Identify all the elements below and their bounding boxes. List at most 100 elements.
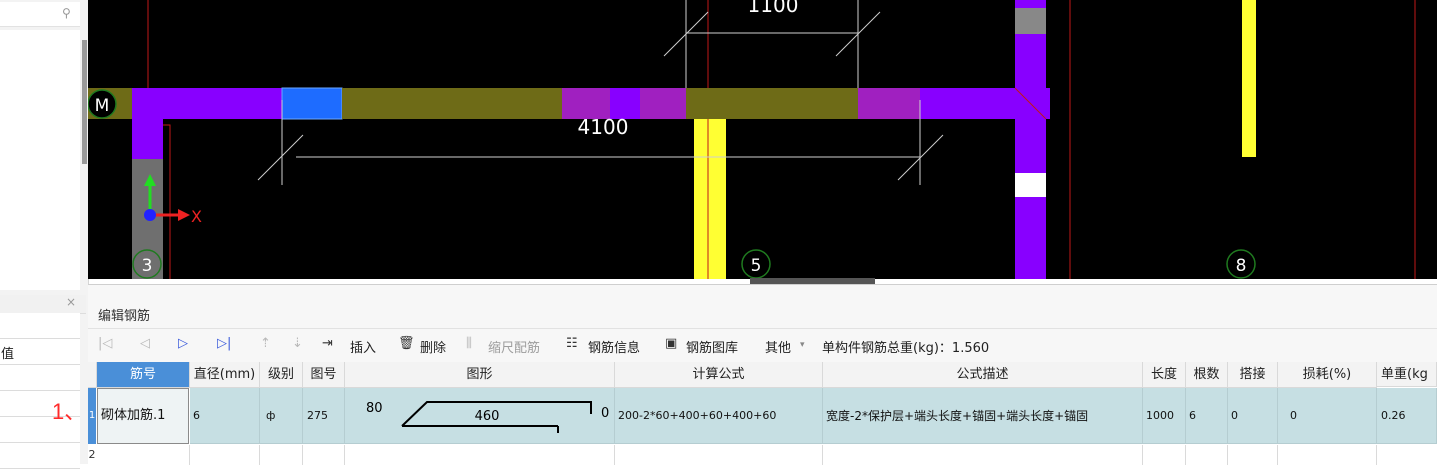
shape-number-cell[interactable]: 275 <box>303 388 345 444</box>
column-header[interactable]: 计算公式 <box>615 362 823 388</box>
column-header[interactable]: 级别 <box>260 362 303 388</box>
loss-cell[interactable]: 0 <box>1278 388 1377 444</box>
beam-segment <box>132 88 210 119</box>
column-segment <box>1015 8 1046 34</box>
formula-cell[interactable]: 200-2*60+400+60+400+60 <box>615 388 823 444</box>
column-header[interactable]: 图形 <box>345 362 615 388</box>
rebar-shape-drawing: 80 460 0 <box>366 401 609 433</box>
rebar-info-button[interactable]: 钢筋信息 <box>588 337 640 356</box>
chevron-down-icon[interactable]: ▾ <box>800 340 805 350</box>
row-header-corner <box>88 362 97 388</box>
drawing-canvas[interactable]: 4100 1100 M 3 5 8 X <box>88 0 1437 279</box>
table-cell[interactable] <box>190 445 260 465</box>
properties-header: × <box>0 295 86 314</box>
beam-segment <box>210 88 282 119</box>
column-header[interactable]: 筋号 <box>97 362 190 388</box>
property-row[interactable] <box>0 443 80 469</box>
column-header[interactable]: 长度 <box>1143 362 1186 388</box>
shape-dim-middle: 460 <box>475 409 500 424</box>
column-header[interactable]: 公式描述 <box>823 362 1143 388</box>
move-down-icon[interactable]: ⇣ <box>292 336 303 351</box>
rebar-edit-panel: 编辑钢筋 |◁ ◁ ▷ ▷| ⇡ ⇣ ⇥ 插入 🗑 删除 ⫼ 缩尺配筋 ☷ 钢筋… <box>88 284 1437 465</box>
column-header[interactable]: 损耗(%) <box>1278 362 1377 388</box>
table-cell[interactable] <box>97 445 190 465</box>
ucs-origin <box>144 209 156 221</box>
property-row[interactable] <box>0 365 80 391</box>
next-record-icon[interactable]: ▷ <box>178 336 188 351</box>
other-menu[interactable]: 其他 <box>765 337 791 356</box>
previous-record-icon[interactable]: ◁ <box>140 336 150 351</box>
length-cell[interactable]: 1000 <box>1143 388 1186 444</box>
first-record-icon[interactable]: |◁ <box>98 336 112 351</box>
dimension-text: 1100 <box>748 0 799 17</box>
formula-description-cell[interactable]: 宽度-2*保护层+端头长度+锚固+端头长度+锚固 <box>823 388 1143 444</box>
scrollbar[interactable] <box>82 40 87 164</box>
row-number[interactable]: 1 <box>88 388 96 444</box>
axis-label: M <box>95 96 110 116</box>
panel-title: 编辑钢筋 <box>98 309 151 324</box>
shape-dim-left: 80 <box>366 401 383 416</box>
search-input[interactable]: ⚲ <box>0 2 80 27</box>
column-segment <box>1015 173 1046 197</box>
property-row[interactable] <box>0 313 80 339</box>
column-header[interactable]: 单重(kg <box>1377 362 1437 387</box>
insert-button[interactable]: 插入 <box>350 337 376 356</box>
table-cell[interactable] <box>615 445 823 465</box>
unit-weight-cell[interactable]: 0.26 <box>1377 388 1437 444</box>
close-icon[interactable]: × <box>66 295 76 309</box>
column-yellow <box>694 119 726 279</box>
insert-icon: ⇥ <box>322 336 333 351</box>
column-segment <box>1015 0 1046 279</box>
table-cell[interactable] <box>1278 445 1377 465</box>
total-weight-label: 单构件钢筋总重(kg)：1.560 <box>822 341 990 356</box>
row-number[interactable]: 2 <box>88 445 96 465</box>
beam-segment <box>686 88 858 119</box>
component-list[interactable] <box>0 30 80 290</box>
property-row[interactable]: 值 <box>0 339 80 365</box>
scale-rebar-icon: ⫼ <box>466 336 472 351</box>
rebar-library-button[interactable]: 钢筋图库 <box>686 337 738 356</box>
shape-cell[interactable]: 80 460 0 <box>345 388 615 444</box>
grade-cell[interactable]: ф <box>260 388 303 444</box>
rebar-table: 筋号 直径(mm) 级别 图号 图形 计算公式 公式描述 长度 根数 搭接 损耗… <box>88 362 1437 465</box>
table-cell[interactable] <box>823 445 1143 465</box>
move-up-icon[interactable]: ⇡ <box>260 336 271 351</box>
column-header[interactable]: 根数 <box>1186 362 1228 388</box>
shape-dim-right: 0 <box>601 406 609 421</box>
column-yellow <box>1242 0 1256 157</box>
axis-label: 8 <box>1236 256 1247 276</box>
toolbar: |◁ ◁ ▷ ▷| ⇡ ⇣ ⇥ 插入 🗑 删除 ⫼ 缩尺配筋 ☷ 钢筋信息 ▣ … <box>88 328 1437 363</box>
lap-cell[interactable]: 0 <box>1228 388 1278 444</box>
table-cell[interactable] <box>1228 445 1278 465</box>
rebar-info-icon: ☷ <box>566 336 578 351</box>
axis-label: 5 <box>751 256 762 276</box>
column-header[interactable]: 图号 <box>303 362 345 388</box>
dimension-text: 4100 <box>578 115 629 139</box>
beam-segment <box>858 88 920 119</box>
column-header[interactable]: 搭接 <box>1228 362 1278 388</box>
wall-segment <box>132 119 163 159</box>
last-record-icon[interactable]: ▷| <box>217 336 231 351</box>
table-cell[interactable] <box>345 445 615 465</box>
beam-segment <box>342 88 562 119</box>
ucs-x-label: X <box>191 207 202 226</box>
trash-icon: 🗑 <box>398 336 415 351</box>
property-value-header: 值 <box>1 347 15 362</box>
drawing-svg: 4100 1100 M 3 5 8 X <box>88 0 1416 279</box>
diameter-cell[interactable]: 6 <box>190 388 260 444</box>
rebar-library-icon: ▣ <box>665 336 678 351</box>
search-icon[interactable]: ⚲ <box>62 6 71 20</box>
beam-segment <box>640 88 686 119</box>
delete-button[interactable]: 删除 <box>420 337 446 356</box>
count-cell[interactable]: 6 <box>1186 388 1228 444</box>
axis-label: 3 <box>142 256 153 276</box>
scale-rebar-button[interactable]: 缩尺配筋 <box>488 337 540 356</box>
table-cell[interactable] <box>1143 445 1186 465</box>
annotation-label: 1、 <box>52 399 87 424</box>
table-cell[interactable] <box>303 445 345 465</box>
table-cell[interactable] <box>1186 445 1228 465</box>
column-header[interactable]: 直径(mm) <box>190 362 260 388</box>
selected-segment <box>281 87 343 120</box>
table-cell[interactable] <box>260 445 303 465</box>
rebar-name-cell[interactable]: 砌体加筋.1 <box>97 388 189 444</box>
